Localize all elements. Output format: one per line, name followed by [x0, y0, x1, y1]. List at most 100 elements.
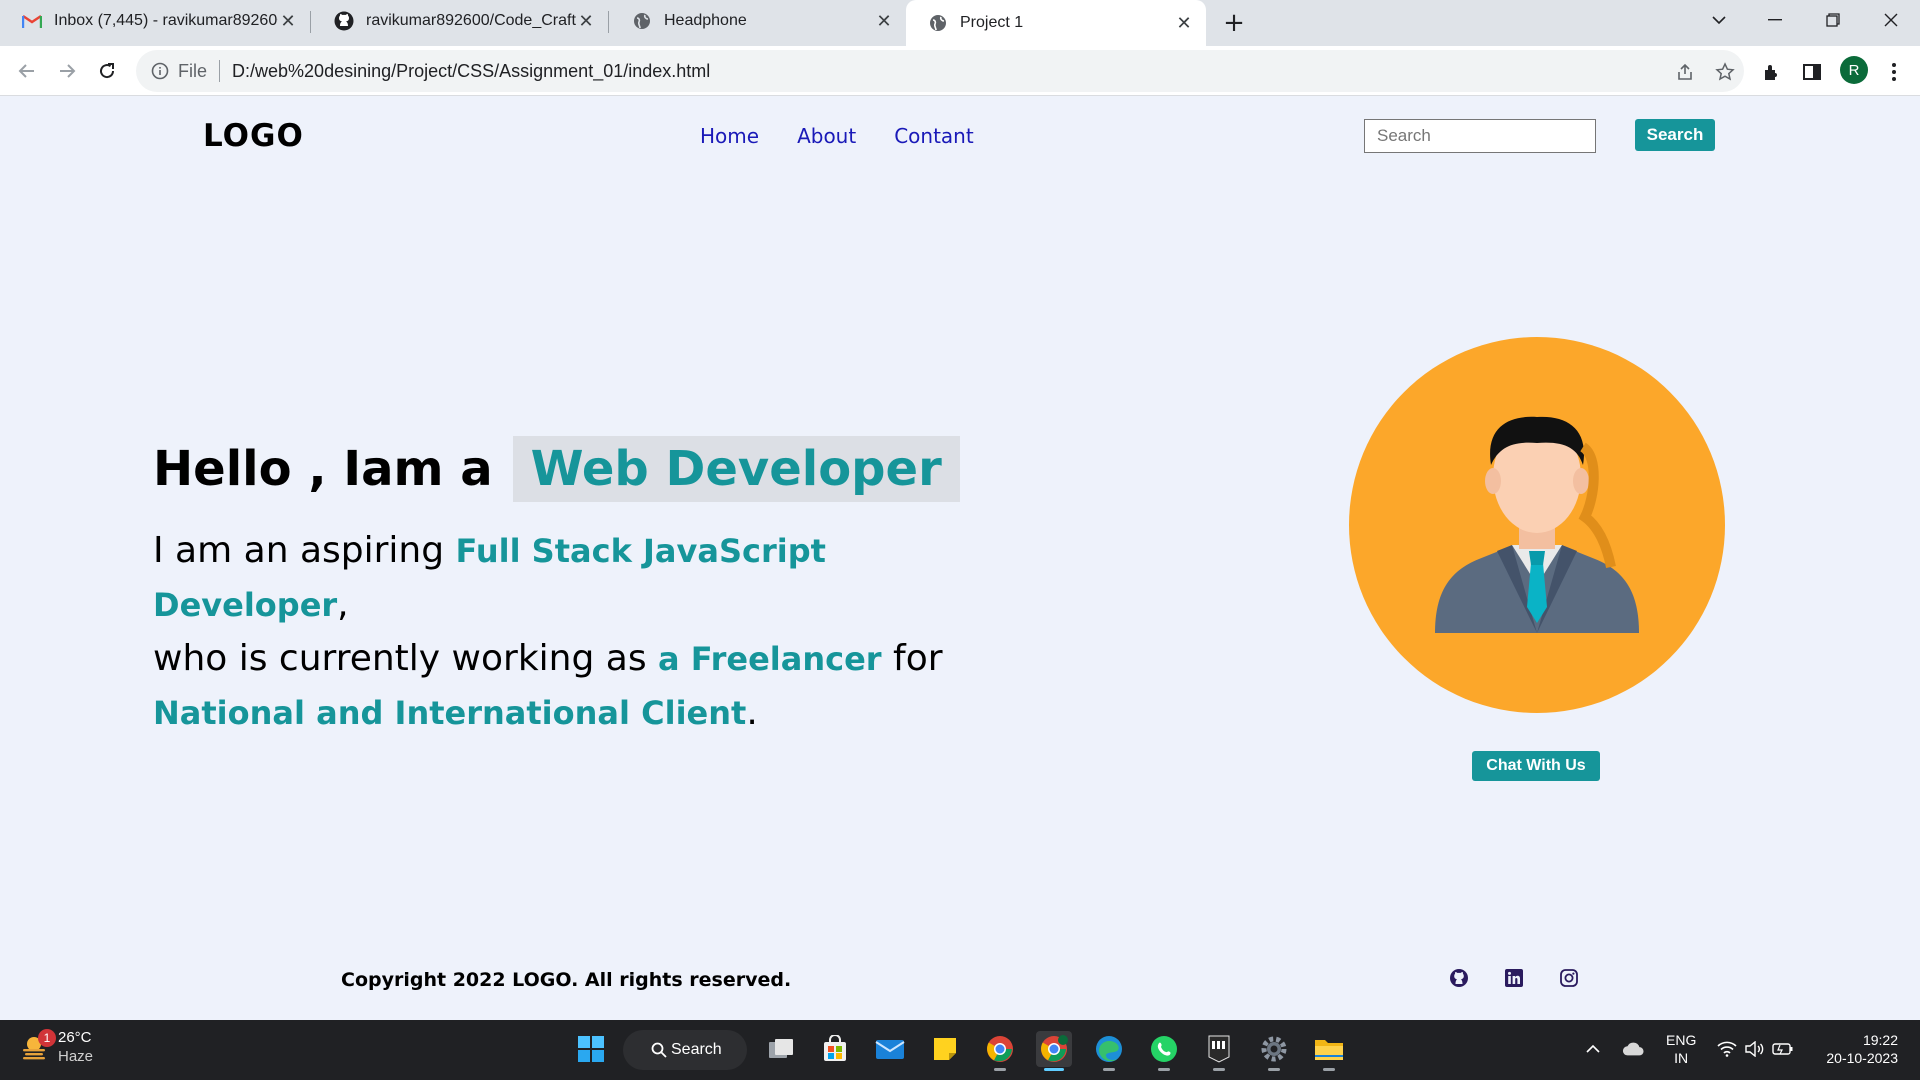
hero-text: I am an aspiring	[153, 530, 456, 571]
hero-description: I am an aspiring Full Stack JavaScript D…	[153, 524, 973, 740]
site-logo[interactable]: LOGO	[203, 118, 304, 154]
running-indicator	[1158, 1068, 1170, 1071]
back-icon[interactable]	[12, 56, 42, 86]
task-view-icon[interactable]	[763, 1031, 799, 1067]
address-divider	[219, 60, 221, 82]
onedrive-cloud-icon[interactable]	[1622, 1038, 1644, 1060]
tab-title: Inbox (7,445) - ravikumar892600	[54, 12, 278, 29]
nav-contant[interactable]: Contant	[894, 124, 974, 148]
language-code: ENG	[1666, 1032, 1697, 1048]
tab-title: ravikumar892600/Code_Crafting	[366, 12, 576, 29]
tab-project-1[interactable]: Project 1 ✕	[906, 0, 1206, 46]
search-button[interactable]: Search	[1635, 119, 1715, 151]
running-indicator	[1044, 1068, 1064, 1071]
site-nav: Home About Contant	[700, 124, 974, 148]
copyright-text: Copyright 2022 LOGO. All rights reserved…	[341, 969, 792, 991]
taskbar-search-label: Search	[671, 1041, 722, 1058]
close-icon[interactable]: ✕	[1174, 13, 1194, 33]
tab-title: Project 1	[960, 14, 1024, 31]
notification-badge: 1	[38, 1029, 56, 1047]
haze-weather-icon: 1	[20, 1029, 56, 1061]
settings-gear-icon[interactable]	[1256, 1031, 1292, 1071]
linkedin-icon[interactable]	[1503, 967, 1525, 989]
mail-icon[interactable]	[872, 1031, 908, 1067]
weather-condition: Haze	[58, 1048, 94, 1065]
close-icon[interactable]: ✕	[576, 11, 596, 31]
tab-search-chevron-icon[interactable]	[1696, 0, 1742, 40]
profile-avatar[interactable]: R	[1840, 56, 1868, 84]
language-indicator[interactable]: ENG IN	[1666, 1031, 1696, 1067]
microsoft-store-icon[interactable]	[817, 1031, 853, 1067]
clock-time: 19:22	[1862, 1032, 1898, 1048]
info-icon[interactable]	[150, 61, 170, 81]
file-explorer-icon[interactable]	[1311, 1031, 1347, 1071]
forward-icon[interactable]	[52, 56, 82, 86]
tab-separator	[608, 11, 609, 33]
chat-with-us-button[interactable]: Chat With Us	[1472, 751, 1600, 781]
tab-title: Headphone	[664, 12, 747, 29]
address-scheme: File	[178, 60, 208, 81]
running-indicator	[1213, 1068, 1225, 1071]
hero-highlight: National and International Client	[153, 694, 747, 732]
weather-widget[interactable]: 1 26°C Haze	[20, 1028, 93, 1066]
window-close-icon[interactable]	[1868, 0, 1914, 40]
hero-role-highlight: Web Developer	[512, 436, 960, 502]
hero-text: .	[746, 692, 758, 733]
tab-strip: Inbox (7,445) - ravikumar892600 ✕ raviku…	[0, 0, 1920, 46]
search-input[interactable]	[1364, 119, 1596, 153]
sticky-notes-icon[interactable]	[927, 1031, 963, 1067]
gmail-icon	[22, 11, 42, 31]
wifi-icon[interactable]	[1716, 1038, 1738, 1060]
language-region: IN	[1674, 1050, 1689, 1066]
hero-text: who is currently working as	[153, 638, 659, 679]
nav-home[interactable]: Home	[700, 124, 759, 148]
tab-headphone[interactable]: Headphone ✕	[610, 0, 906, 42]
chevron-up-icon[interactable]	[1582, 1038, 1604, 1060]
volume-icon[interactable]	[1744, 1038, 1766, 1060]
running-indicator	[1323, 1068, 1335, 1071]
tab-github[interactable]: ravikumar892600/Code_Crafting ✕	[312, 0, 608, 42]
whatsapp-icon[interactable]	[1146, 1031, 1182, 1071]
menu-kebab-icon[interactable]	[1882, 60, 1906, 84]
running-indicator	[1268, 1068, 1280, 1071]
taskbar-search[interactable]: Search	[623, 1030, 747, 1070]
chrome-profile-icon[interactable]	[1036, 1031, 1072, 1071]
instagram-icon[interactable]	[1558, 967, 1580, 989]
side-panel-icon[interactable]	[1800, 60, 1824, 84]
new-tab-button[interactable]: +	[1219, 8, 1249, 38]
chrome-icon[interactable]	[982, 1031, 1018, 1071]
hero-text: for	[881, 638, 943, 679]
bookmark-star-icon[interactable]	[1714, 61, 1736, 83]
share-icon[interactable]	[1674, 61, 1696, 83]
clock-date: 20-10-2023	[1826, 1050, 1898, 1066]
reload-icon[interactable]	[92, 56, 122, 86]
weather-text: 26°C Haze	[58, 1028, 93, 1066]
globe-icon	[928, 13, 948, 33]
running-indicator	[1103, 1068, 1115, 1071]
globe-icon	[632, 11, 652, 31]
epic-games-icon[interactable]	[1201, 1031, 1237, 1071]
browser-toolbar: File D:/web%20desining/Project/CSS/Assig…	[0, 46, 1920, 96]
hero-highlight: a Freelancer	[658, 640, 882, 678]
close-icon[interactable]: ✕	[278, 11, 298, 31]
edge-icon[interactable]	[1091, 1031, 1127, 1071]
profile-avatar-illustration	[1349, 337, 1725, 713]
windows-taskbar: 1 26°C Haze Search ENG IN 19:22 20-10-20…	[0, 1020, 1920, 1080]
address-url[interactable]: D:/web%20desining/Project/CSS/Assignment…	[232, 61, 710, 82]
address-bar[interactable]: File D:/web%20desining/Project/CSS/Assig…	[136, 50, 1744, 92]
person-icon	[1435, 416, 1639, 633]
close-icon[interactable]: ✕	[874, 11, 894, 31]
extensions-icon[interactable]	[1760, 60, 1784, 84]
restore-icon[interactable]	[1810, 0, 1856, 40]
hero-text: ,	[337, 584, 349, 625]
tab-gmail[interactable]: Inbox (7,445) - ravikumar892600 ✕	[0, 0, 310, 42]
battery-icon[interactable]	[1772, 1038, 1794, 1060]
nav-about[interactable]: About	[797, 124, 856, 148]
windows-start-icon[interactable]	[573, 1031, 609, 1067]
web-page: LOGO Home About Contant Search Hello , I…	[0, 96, 1920, 1020]
search-icon	[651, 1042, 667, 1058]
github-icon[interactable]	[1448, 967, 1470, 989]
system-clock[interactable]: 19:22 20-10-2023	[1818, 1031, 1898, 1067]
minimize-icon[interactable]	[1752, 0, 1798, 40]
hero-heading-prefix: Hello , Iam a	[153, 441, 493, 497]
